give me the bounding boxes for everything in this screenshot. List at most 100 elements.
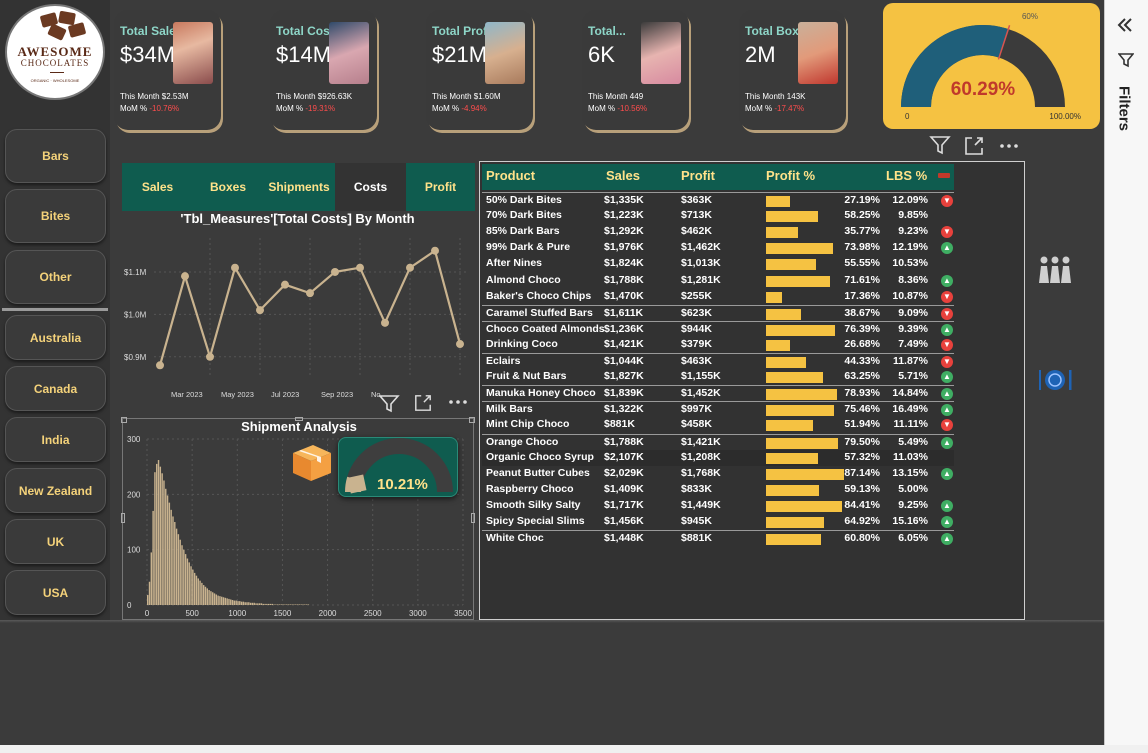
histogram-bar[interactable] (217, 595, 219, 605)
histogram-bar[interactable] (282, 604, 284, 605)
histogram-bar[interactable] (273, 604, 275, 605)
histogram-bar[interactable] (201, 582, 203, 605)
histogram-bar[interactable] (233, 600, 236, 605)
col-header-profit-pct[interactable]: Profit % (766, 168, 815, 183)
country-button-uk[interactable]: UK (5, 519, 106, 564)
histogram-bar[interactable] (147, 595, 149, 605)
histogram-bar[interactable] (183, 549, 185, 605)
table-row[interactable]: 85% Dark Bars $1,292K $462K 35.77% 9.23% ▼ (482, 224, 954, 240)
histogram-bar[interactable] (152, 510, 154, 605)
table-row[interactable]: Spicy Special Slims $1,456K $945K 64.92% 15.… (482, 514, 954, 530)
tab-profit[interactable]: Profit (406, 163, 475, 211)
histogram-bar[interactable] (304, 604, 306, 605)
histogram-bar[interactable] (278, 604, 281, 605)
filter-icon[interactable] (378, 393, 400, 418)
country-button-india[interactable]: India (5, 417, 106, 462)
histogram-bar[interactable] (286, 604, 288, 605)
col-header-sales[interactable]: Sales (606, 168, 640, 183)
histogram-bar[interactable] (202, 585, 205, 605)
table-row[interactable]: Eclairs $1,044K $463K 44.33% 11.87% ▼ (482, 353, 954, 369)
histogram-bar[interactable] (296, 604, 299, 605)
collapse-chevrons-icon[interactable] (1116, 16, 1134, 34)
histogram-bar[interactable] (166, 495, 169, 605)
histogram-bar[interactable] (148, 581, 151, 605)
table-row[interactable]: Orange Choco $1,788K $1,421K 79.50% 5.49% ▲ (482, 433, 954, 450)
histogram-bar[interactable] (206, 588, 208, 605)
country-button-usa[interactable]: USA (5, 570, 106, 615)
histogram-bar[interactable] (264, 603, 266, 605)
histogram-bar[interactable] (287, 604, 290, 605)
table-row[interactable]: Drinking Coco $1,421K $379K 26.68% 7.49% ▼ (482, 337, 954, 353)
histogram-bar[interactable] (280, 604, 283, 605)
table-row[interactable]: Baker's Choco Chips $1,470K $255K 17.36% 10.… (482, 289, 954, 305)
country-button-australia[interactable]: Australia (5, 315, 106, 360)
resize-handle[interactable] (121, 513, 125, 523)
category-button-other[interactable]: Other (5, 250, 106, 304)
histogram-bar[interactable] (249, 602, 252, 605)
col-header-profit[interactable]: Profit (681, 168, 715, 183)
histogram-bar[interactable] (226, 598, 228, 605)
profit-gauge-card[interactable]: 60.29% 60% 0 100.00% (883, 3, 1100, 129)
resize-handle[interactable] (469, 417, 475, 423)
data-point[interactable] (181, 272, 189, 281)
histogram-bar[interactable] (289, 604, 292, 605)
histogram-bar[interactable] (221, 596, 223, 605)
histogram-bar[interactable] (150, 552, 153, 605)
histogram-bar[interactable] (161, 473, 163, 605)
histogram-bar[interactable] (237, 601, 239, 605)
table-row[interactable]: Almond Choco $1,788K $1,281K 71.61% 8.36% ▲ (482, 273, 954, 289)
tab-shipments[interactable]: Shipments (263, 163, 335, 211)
histogram-bar[interactable] (195, 575, 198, 605)
histogram-bar[interactable] (300, 604, 302, 605)
histogram-bar[interactable] (239, 601, 241, 605)
histogram-bar[interactable] (291, 604, 293, 605)
costs-by-month-chart[interactable]: 'Tbl_Measures'[Total Costs] By Month $0.… (120, 208, 475, 408)
histogram-bar[interactable] (188, 562, 190, 605)
histogram-bar[interactable] (267, 603, 270, 605)
table-row[interactable]: Milk Bars $1,322K $997K 75.46% 16.49% ▲ (482, 401, 954, 417)
table-row[interactable]: 99% Dark & Pure $1,976K $1,462K 73.98% 12.19… (482, 240, 954, 256)
data-point[interactable] (206, 352, 214, 361)
filters-label[interactable]: Filters (1116, 54, 1133, 164)
histogram-bar[interactable] (179, 539, 181, 605)
histogram-bar[interactable] (190, 566, 192, 605)
histogram-bar[interactable] (159, 466, 162, 605)
table-row[interactable]: Mint Chip Choco $881K $458K 51.94% 11.11% ▼ (482, 417, 954, 433)
histogram-bar[interactable] (230, 599, 232, 605)
data-point[interactable] (381, 318, 389, 327)
histogram-bar[interactable] (235, 600, 237, 605)
histogram-bar[interactable] (213, 593, 216, 605)
histogram-bar[interactable] (163, 480, 165, 606)
more-options-icon[interactable] (447, 393, 469, 416)
data-point[interactable] (331, 267, 339, 276)
table-row[interactable]: Caramel Stuffed Bars $1,611K $623K 38.67% 9.… (482, 304, 954, 321)
histogram-bar[interactable] (257, 603, 259, 605)
histogram-bar[interactable] (199, 580, 201, 605)
histogram-bar[interactable] (275, 604, 277, 605)
table-row[interactable]: Smooth Silky Salty $1,717K $1,449K 84.41% 9.… (482, 498, 954, 514)
histogram-bar[interactable] (228, 598, 230, 605)
histogram-bar[interactable] (186, 558, 189, 605)
data-point[interactable] (281, 280, 289, 289)
country-button-canada[interactable]: Canada (5, 366, 106, 411)
histogram-bar[interactable] (302, 604, 304, 605)
table-row[interactable]: Peanut Butter Cubes $2,029K $1,768K 87.14% 1… (482, 466, 954, 482)
table-row[interactable]: After Nines $1,824K $1,013K 55.55% 10.53% (482, 256, 954, 272)
histogram-bar[interactable] (222, 597, 225, 605)
resize-handle[interactable] (121, 417, 127, 423)
table-row[interactable]: Fruit & Nut Bars $1,827K $1,155K 63.25% 5.71… (482, 369, 954, 385)
data-point[interactable] (256, 306, 264, 315)
histogram-bar[interactable] (168, 502, 171, 605)
data-point[interactable] (431, 246, 439, 255)
category-button-bars[interactable]: Bars (5, 129, 106, 183)
table-row[interactable]: Raspberry Choco $1,409K $833K 59.13% 5.00% (482, 482, 954, 498)
histogram-bar[interactable] (210, 591, 212, 605)
data-point[interactable] (306, 289, 314, 298)
histogram-bar[interactable] (277, 604, 279, 605)
resize-handle[interactable] (295, 417, 303, 421)
tab-sales[interactable]: Sales (122, 163, 193, 211)
histogram-bar[interactable] (157, 460, 160, 605)
country-button-new-zealand[interactable]: New Zealand (5, 468, 106, 513)
more-options-icon[interactable] (998, 136, 1020, 161)
histogram-bar[interactable] (298, 604, 301, 605)
